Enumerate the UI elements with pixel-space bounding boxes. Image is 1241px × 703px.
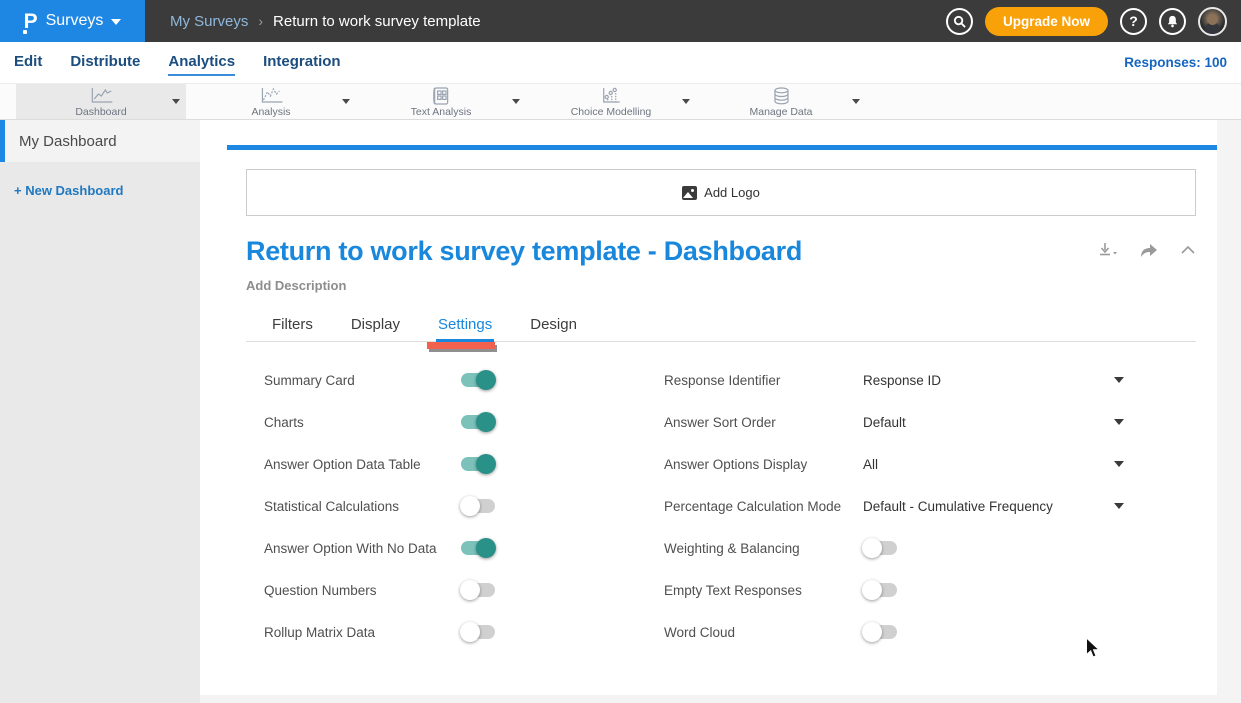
chevron-down-icon[interactable] [1114,503,1124,509]
panel-accent-bar [227,145,1217,150]
word-cloud-toggle[interactable] [863,625,897,639]
dashboard-tabs: Filters Display Settings Design [246,310,1196,342]
sidebar-item-my-dashboard[interactable]: My Dashboard [0,120,200,162]
setting-row: Answer Option Data Table [264,443,664,485]
toolbar-text-analysis[interactable]: Text Analysis [356,84,526,119]
question-numbers-toggle[interactable] [461,583,495,597]
chevron-down-icon[interactable] [1114,461,1124,467]
tab-design[interactable]: Design [528,310,579,342]
empty-text-responses-toggle[interactable] [863,583,897,597]
answer-option-data-table-toggle[interactable] [461,457,495,471]
database-icon [749,87,812,105]
chevron-down-icon[interactable] [1114,377,1124,383]
download-icon[interactable] [1098,242,1118,258]
setting-row: Summary Card [264,359,664,401]
setting-row: Percentage Calculation Mode Default - Cu… [664,485,1124,527]
upgrade-now-button[interactable]: Upgrade Now [985,7,1108,36]
question-mark-icon: ? [1129,13,1138,29]
search-button[interactable] [946,8,973,35]
notifications-button[interactable] [1159,8,1186,35]
scatter-chart-icon [571,87,652,105]
nav-distribute[interactable]: Distribute [70,49,140,76]
statistical-calculations-toggle[interactable] [461,499,495,513]
bell-icon [1166,15,1179,28]
charts-toggle[interactable] [461,415,495,429]
document-grid-icon [411,87,472,105]
chevron-down-icon[interactable] [1114,419,1124,425]
line-chart-icon [75,87,126,105]
nav-edit[interactable]: Edit [14,49,42,76]
breadcrumb: My Surveys › Return to work survey templ… [170,13,481,30]
chevron-down-icon[interactable] [682,99,690,104]
setting-row: Charts [264,401,664,443]
search-icon [953,15,966,28]
setting-row: Response Identifier Response ID [664,359,1124,401]
response-identifier-select[interactable]: Response ID [863,373,941,388]
add-description-field[interactable]: Add Description [246,278,1196,293]
brand-logo-icon: P [24,11,38,32]
setting-row: Rollup Matrix Data [264,611,664,653]
toolbar-analysis[interactable]: Analysis [186,84,356,119]
dashboard-sidebar: My Dashboard + New Dashboard [0,120,200,703]
help-button[interactable]: ? [1120,8,1147,35]
user-avatar[interactable] [1198,7,1227,36]
nav-analytics[interactable]: Analytics [168,49,235,76]
product-switcher[interactable]: P Surveys [0,0,145,42]
weighting-balancing-toggle[interactable] [863,541,897,555]
red-annotation-marker [427,342,495,349]
share-icon[interactable] [1139,242,1159,258]
responses-count[interactable]: Responses: 100 [1124,55,1227,70]
chevron-down-icon [111,19,121,25]
top-header: P Surveys My Surveys › Return to work su… [0,0,1241,42]
chevron-down-icon[interactable] [342,99,350,104]
settings-panel: Summary Card Charts Answer Option Data T… [246,359,1196,673]
summary-card-toggle[interactable] [461,373,495,387]
new-dashboard-button[interactable]: + New Dashboard [14,183,200,198]
product-name: Surveys [46,12,104,30]
toolbar-choice-modelling[interactable]: Choice Modelling [526,84,696,119]
answer-options-display-select[interactable]: All [863,457,878,472]
setting-row: Answer Option With No Data [264,527,664,569]
breadcrumb-separator: › [258,13,263,29]
survey-nav: Edit Distribute Analytics Integration Re… [0,42,1241,83]
setting-row: Empty Text Responses [664,569,1124,611]
trend-chart-icon [251,87,290,105]
toolbar-manage-data[interactable]: Manage Data [696,84,866,119]
setting-row: Word Cloud [664,611,1124,653]
add-logo-dropzone[interactable]: Add Logo [246,169,1196,216]
breadcrumb-parent[interactable]: My Surveys [170,13,248,30]
breadcrumb-current: Return to work survey template [273,13,481,30]
toolbar-dashboard[interactable]: Dashboard [16,84,186,119]
tab-display[interactable]: Display [349,310,402,342]
setting-row: Weighting & Balancing [664,527,1124,569]
tab-filters[interactable]: Filters [270,310,315,342]
collapse-chevron-icon[interactable] [1180,244,1196,256]
image-icon [682,186,697,200]
tab-settings[interactable]: Settings [436,310,494,342]
setting-row: Answer Options Display All [664,443,1124,485]
dashboard-panel: Add Logo Return to work survey template … [200,120,1217,695]
analytics-toolbar: Dashboard Analysis Text Analysis Choice … [0,83,1241,120]
rollup-matrix-data-toggle[interactable] [461,625,495,639]
percentage-calculation-mode-select[interactable]: Default - Cumulative Frequency [863,499,1053,514]
chevron-down-icon[interactable] [512,99,520,104]
answer-option-with-no-data-toggle[interactable] [461,541,495,555]
page-title[interactable]: Return to work survey template - Dashboa… [246,236,802,267]
chevron-down-icon[interactable] [172,99,180,104]
setting-row: Answer Sort Order Default [664,401,1124,443]
setting-row: Statistical Calculations [264,485,664,527]
chevron-down-icon[interactable] [852,99,860,104]
nav-integration[interactable]: Integration [263,49,341,76]
answer-sort-order-select[interactable]: Default [863,415,906,430]
setting-row: Question Numbers [264,569,664,611]
